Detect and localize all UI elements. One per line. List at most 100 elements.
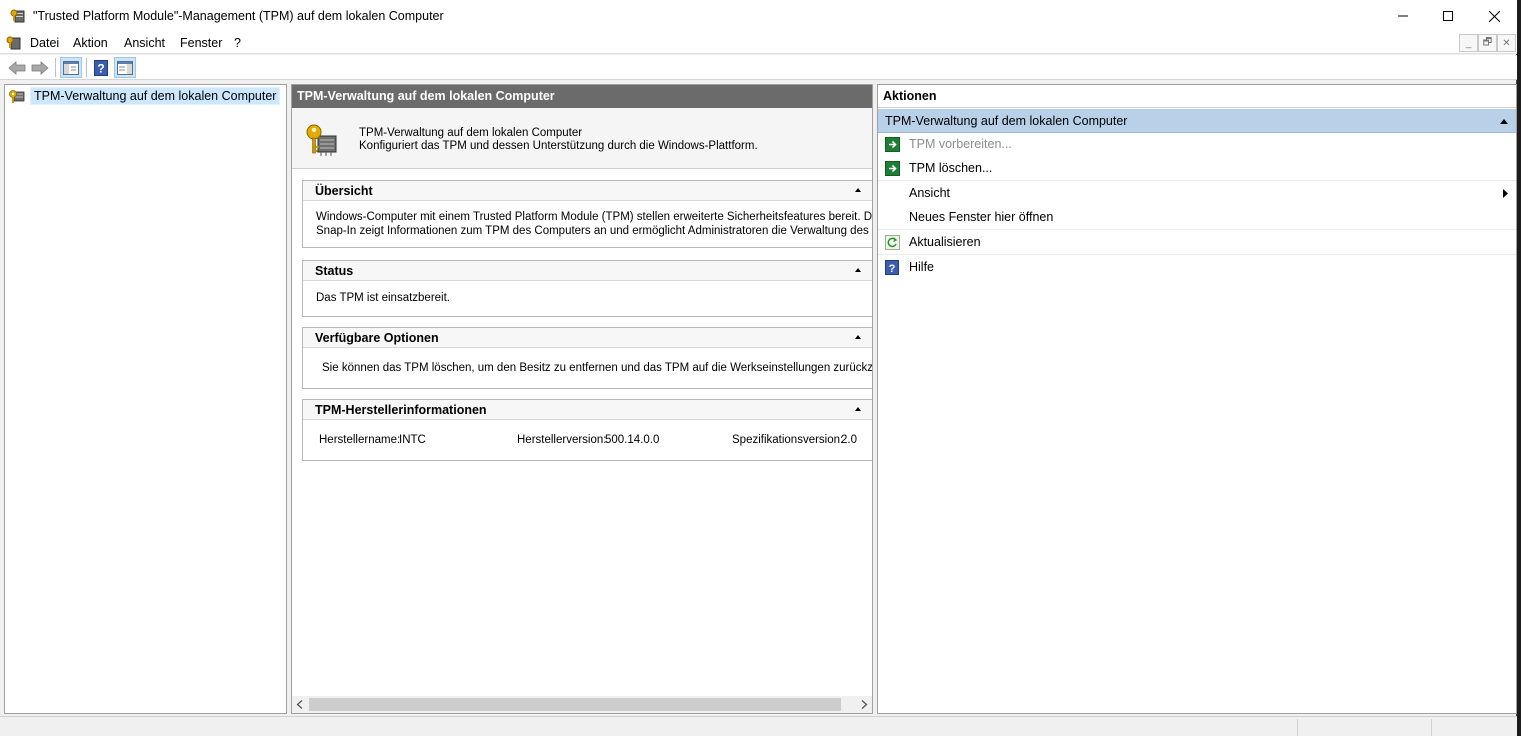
manufacturer-version-label: Herstellerversion: — [517, 434, 607, 446]
forward-button[interactable] — [29, 57, 51, 78]
scroll-left-icon[interactable] — [296, 700, 304, 709]
action-label: Hilfe — [909, 260, 935, 274]
mdi-close-button[interactable]: ✕ — [1497, 34, 1516, 52]
minimize-button[interactable] — [1380, 0, 1426, 32]
status-text: Das TPM ist einsatzbereit. — [316, 292, 451, 304]
collapse-chevron-icon[interactable] — [854, 266, 862, 274]
section-options: Verfügbare Optionen Sie können das TPM l… — [302, 327, 873, 389]
action-hilfe[interactable]: ? Hilfe — [878, 256, 1516, 280]
scrollbar-thumb[interactable] — [309, 698, 841, 711]
help-button[interactable]: ? — [90, 57, 112, 78]
action-label: Neues Fenster hier öffnen — [909, 210, 1054, 224]
actions-group-label: TPM-Verwaltung auf dem lokalen Computer — [885, 114, 1128, 128]
tree-node-label[interactable]: TPM-Verwaltung auf dem lokalen Computer — [30, 87, 281, 105]
mdi-restore-button[interactable]: 🗗 — [1478, 34, 1497, 52]
help-icon: ? — [94, 59, 108, 76]
minimize-icon — [1398, 15, 1408, 17]
section-status-title: Status — [315, 264, 354, 278]
console-tree-icon — [63, 60, 79, 75]
intro-description: Konfiguriert das TPM und dessen Unterstü… — [359, 140, 758, 152]
action-tpm-loeschen[interactable]: TPM löschen... — [878, 157, 1516, 181]
toolbar-separator — [55, 58, 56, 77]
tpm-key-chip-icon — [304, 122, 340, 158]
toolbar-separator — [86, 58, 87, 77]
mmc-window: "Trusted Platform Module"-Management (TP… — [0, 0, 1517, 736]
section-overview: Übersicht Windows-Computer mit einem Tru… — [302, 180, 873, 248]
action-pane-icon — [117, 60, 133, 75]
help-icon: ? — [885, 260, 899, 275]
forward-icon — [31, 60, 49, 75]
menu-bar: Datei Aktion Ansicht Fenster ? _ 🗗 ✕ — [0, 32, 1517, 54]
action-label: Aktualisieren — [909, 235, 981, 249]
section-manufacturer: TPM-Herstellerinformationen Herstellerna… — [302, 399, 872, 461]
manufacturer-version-value: 500.14.0.0 — [605, 434, 660, 446]
svg-text:?: ? — [889, 263, 896, 275]
action-tpm-vorbereiten[interactable]: TPM vorbereiten... — [878, 133, 1516, 157]
status-bar-separator — [1297, 719, 1298, 736]
mdi-minimize-button[interactable]: _ — [1459, 34, 1478, 52]
action-label: TPM löschen... — [909, 161, 993, 175]
section-manufacturer-header[interactable]: TPM-Herstellerinformationen — [303, 400, 872, 420]
console-tree-pane: TPM-Verwaltung auf dem lokalen Computer — [4, 84, 287, 714]
tpm-node-icon — [9, 90, 25, 103]
refresh-icon — [885, 235, 900, 250]
action-label: TPM vorbereiten... — [909, 137, 1012, 151]
action-aktualisieren[interactable]: Aktualisieren — [878, 231, 1516, 255]
intro-title: TPM-Verwaltung auf dem lokalen Computer — [359, 127, 583, 139]
close-icon — [1488, 10, 1500, 22]
section-options-title: Verfügbare Optionen — [315, 331, 439, 345]
svg-text:?: ? — [97, 61, 104, 75]
menu-aktion[interactable]: Aktion — [73, 36, 108, 50]
spec-version-label: Spezifikationsversion: — [732, 434, 844, 446]
menu-fenster[interactable]: Fenster — [180, 36, 222, 50]
tpm-app-icon[interactable] — [10, 8, 26, 24]
close-button[interactable] — [1471, 0, 1517, 32]
collapse-chevron-icon[interactable] — [1500, 118, 1508, 124]
section-overview-header[interactable]: Übersicht — [303, 181, 872, 201]
section-status-header[interactable]: Status — [303, 261, 872, 281]
collapse-chevron-icon[interactable] — [854, 333, 862, 341]
window-title: "Trusted Platform Module"-Management (TP… — [33, 9, 444, 23]
section-status: Status Das TPM ist einsatzbereit. — [302, 260, 872, 317]
actions-group-header[interactable]: TPM-Verwaltung auf dem lokalen Computer — [878, 109, 1516, 133]
results-pane: TPM-Verwaltung auf dem lokalen Computer — [291, 84, 873, 714]
overview-line-1: Windows-Computer mit einem Trusted Platf… — [316, 211, 873, 223]
back-icon — [8, 60, 26, 75]
status-bar-separator — [1431, 719, 1432, 736]
action-ansicht[interactable]: Ansicht — [878, 182, 1516, 206]
manufacturer-name-value: INTC — [399, 434, 426, 446]
tree-node-tpm[interactable]: TPM-Verwaltung auf dem lokalen Computer — [8, 87, 281, 105]
maximize-button[interactable] — [1425, 0, 1471, 32]
collapse-chevron-icon[interactable] — [854, 405, 862, 413]
title-bar[interactable]: "Trusted Platform Module"-Management (TP… — [0, 0, 1517, 32]
results-pane-header: TPM-Verwaltung auf dem lokalen Computer — [292, 85, 872, 108]
menu-datei[interactable]: Datei — [30, 36, 59, 50]
maximize-icon — [1443, 11, 1453, 21]
section-options-header[interactable]: Verfügbare Optionen — [303, 328, 872, 348]
menu-help[interactable]: ? — [234, 36, 241, 50]
actions-pane: Aktionen TPM-Verwaltung auf dem lokalen … — [877, 84, 1517, 714]
status-bar — [0, 716, 1517, 736]
options-text: Sie können das TPM löschen, um den Besit… — [322, 362, 873, 374]
action-neues-fenster[interactable]: Neues Fenster hier öffnen — [878, 206, 1516, 230]
scroll-right-icon[interactable] — [860, 700, 868, 709]
manufacturer-name-label: Herstellername: — [319, 434, 401, 446]
submenu-arrow-icon — [1503, 189, 1508, 198]
show-hide-console-tree-button[interactable] — [60, 57, 82, 78]
horizontal-scrollbar[interactable] — [292, 696, 872, 713]
overview-line-2: Snap-In zeigt Informationen zum TPM des … — [316, 225, 873, 237]
intro-banner: TPM-Verwaltung auf dem lokalen Computer … — [292, 108, 872, 169]
collapse-chevron-icon[interactable] — [854, 186, 862, 194]
run-action-icon — [885, 137, 900, 152]
spec-version-value: 2.0 — [841, 434, 857, 446]
section-overview-title: Übersicht — [315, 184, 373, 198]
show-hide-action-pane-button[interactable] — [114, 57, 136, 78]
section-manufacturer-title: TPM-Herstellerinformationen — [315, 403, 487, 417]
back-button[interactable] — [6, 57, 28, 78]
action-label: Ansicht — [909, 186, 950, 200]
toolbar: ? — [0, 55, 1517, 80]
menu-ansicht[interactable]: Ansicht — [124, 36, 165, 50]
system-menu-icon[interactable] — [6, 35, 22, 51]
run-action-icon — [885, 161, 900, 176]
actions-pane-header: Aktionen — [878, 85, 1516, 108]
